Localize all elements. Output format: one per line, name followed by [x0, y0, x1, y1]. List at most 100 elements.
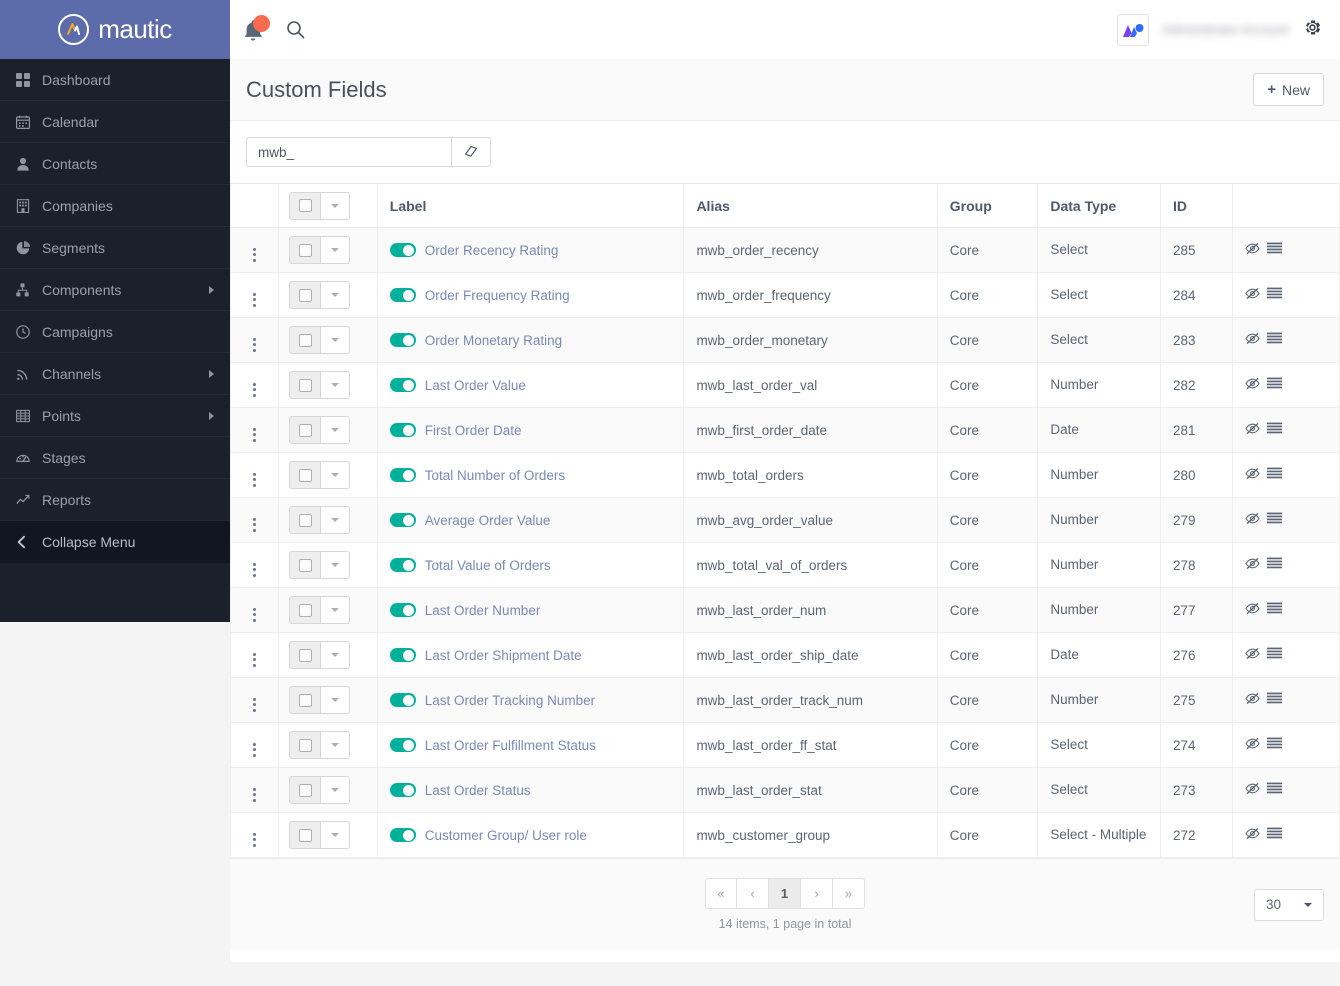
drag-handle-icon[interactable] [253, 248, 256, 262]
published-toggle[interactable] [390, 603, 416, 617]
row-actions-dropdown[interactable] [321, 551, 350, 579]
field-label-link[interactable]: First Order Date [425, 423, 522, 438]
published-toggle[interactable] [390, 468, 416, 482]
avatar[interactable] [1117, 14, 1149, 46]
published-toggle[interactable] [390, 288, 416, 302]
search-input[interactable] [246, 137, 451, 167]
drag-handle-icon[interactable] [253, 608, 256, 622]
sidebar-item-calendar[interactable]: Calendar [0, 101, 230, 143]
col-header-data-type[interactable]: Data Type [1038, 184, 1161, 228]
row-checkbox[interactable] [289, 236, 321, 264]
sidebar-item-dashboard[interactable]: Dashboard [0, 59, 230, 101]
drag-handle-icon[interactable] [253, 473, 256, 487]
list-icon[interactable] [1267, 287, 1282, 300]
field-label-link[interactable]: Order Recency Rating [425, 243, 559, 258]
field-label-link[interactable]: Last Order Shipment Date [425, 648, 582, 663]
drag-handle-icon[interactable] [253, 428, 256, 442]
row-actions-dropdown[interactable] [321, 641, 350, 669]
clear-search-button[interactable] [451, 137, 491, 167]
row-actions-dropdown[interactable] [321, 776, 350, 804]
row-checkbox[interactable] [289, 281, 321, 309]
list-icon[interactable] [1267, 512, 1282, 525]
row-actions-dropdown[interactable] [321, 281, 350, 309]
eye-slash-icon[interactable] [1245, 692, 1260, 705]
row-actions-dropdown[interactable] [321, 461, 350, 489]
list-icon[interactable] [1267, 827, 1282, 840]
list-icon[interactable] [1267, 647, 1282, 660]
eye-slash-icon[interactable] [1245, 287, 1260, 300]
row-checkbox[interactable] [289, 326, 321, 354]
row-actions-dropdown[interactable] [321, 686, 350, 714]
row-actions-dropdown[interactable] [321, 596, 350, 624]
field-label-link[interactable]: Last Order Tracking Number [425, 693, 595, 708]
pagination-last[interactable]: » [833, 878, 865, 909]
eye-slash-icon[interactable] [1245, 467, 1260, 480]
row-actions-dropdown[interactable] [321, 731, 350, 759]
sidebar-item-campaigns[interactable]: Campaigns [0, 311, 230, 353]
eye-slash-icon[interactable] [1245, 332, 1260, 345]
sidebar-item-companies[interactable]: Companies [0, 185, 230, 227]
drag-handle-icon[interactable] [253, 338, 256, 352]
row-checkbox[interactable] [289, 371, 321, 399]
pagination-first[interactable]: « [705, 878, 737, 909]
sidebar-item-contacts[interactable]: Contacts [0, 143, 230, 185]
row-actions-dropdown[interactable] [321, 326, 350, 354]
eye-slash-icon[interactable] [1245, 422, 1260, 435]
row-checkbox[interactable] [289, 731, 321, 759]
eye-slash-icon[interactable] [1245, 602, 1260, 615]
row-checkbox[interactable] [289, 776, 321, 804]
drag-handle-icon[interactable] [253, 653, 256, 667]
published-toggle[interactable] [390, 738, 416, 752]
drag-handle-icon[interactable] [253, 698, 256, 712]
sidebar-item-points[interactable]: Points [0, 395, 230, 437]
field-label-link[interactable]: Total Value of Orders [425, 558, 551, 573]
eye-slash-icon[interactable] [1245, 512, 1260, 525]
field-label-link[interactable]: Last Order Value [425, 378, 526, 393]
pagination-next[interactable]: › [801, 878, 833, 909]
list-icon[interactable] [1267, 332, 1282, 345]
published-toggle[interactable] [390, 423, 416, 437]
drag-handle-icon[interactable] [253, 293, 256, 307]
row-checkbox[interactable] [289, 506, 321, 534]
field-label-link[interactable]: Average Order Value [425, 513, 551, 528]
new-button[interactable]: + New [1253, 73, 1324, 106]
eye-slash-icon[interactable] [1245, 782, 1260, 795]
col-header-group[interactable]: Group [937, 184, 1038, 228]
eye-slash-icon[interactable] [1245, 647, 1260, 660]
col-header-label[interactable]: Label [377, 184, 684, 228]
field-label-link[interactable]: Order Monetary Rating [425, 333, 562, 348]
field-label-link[interactable]: Customer Group/ User role [425, 828, 587, 843]
row-actions-dropdown[interactable] [321, 416, 350, 444]
list-icon[interactable] [1267, 737, 1282, 750]
drag-handle-icon[interactable] [253, 563, 256, 577]
sidebar-collapse-menu[interactable]: Collapse Menu [0, 521, 230, 563]
field-label-link[interactable]: Total Number of Orders [425, 468, 565, 483]
select-all-dropdown[interactable] [321, 192, 350, 220]
drag-handle-icon[interactable] [253, 833, 256, 847]
list-icon[interactable] [1267, 377, 1282, 390]
pagination-page-1[interactable]: 1 [769, 878, 801, 909]
published-toggle[interactable] [390, 558, 416, 572]
list-icon[interactable] [1267, 557, 1282, 570]
published-toggle[interactable] [390, 513, 416, 527]
search-icon[interactable] [286, 20, 305, 39]
eye-slash-icon[interactable] [1245, 377, 1260, 390]
eye-slash-icon[interactable] [1245, 242, 1260, 255]
row-checkbox[interactable] [289, 821, 321, 849]
sidebar-item-stages[interactable]: Stages [0, 437, 230, 479]
drag-handle-icon[interactable] [253, 383, 256, 397]
field-label-link[interactable]: Last Order Fulfillment Status [425, 738, 596, 753]
list-icon[interactable] [1267, 242, 1282, 255]
brand-logo[interactable]: mautic [0, 0, 230, 59]
published-toggle[interactable] [390, 378, 416, 392]
published-toggle[interactable] [390, 243, 416, 257]
select-all-checkbox[interactable] [289, 192, 321, 220]
list-icon[interactable] [1267, 692, 1282, 705]
field-label-link[interactable]: Last Order Status [425, 783, 531, 798]
field-label-link[interactable]: Order Frequency Rating [425, 288, 570, 303]
field-label-link[interactable]: Last Order Number [425, 603, 541, 618]
row-checkbox[interactable] [289, 686, 321, 714]
drag-handle-icon[interactable] [253, 518, 256, 532]
drag-handle-icon[interactable] [253, 743, 256, 757]
list-icon[interactable] [1267, 602, 1282, 615]
